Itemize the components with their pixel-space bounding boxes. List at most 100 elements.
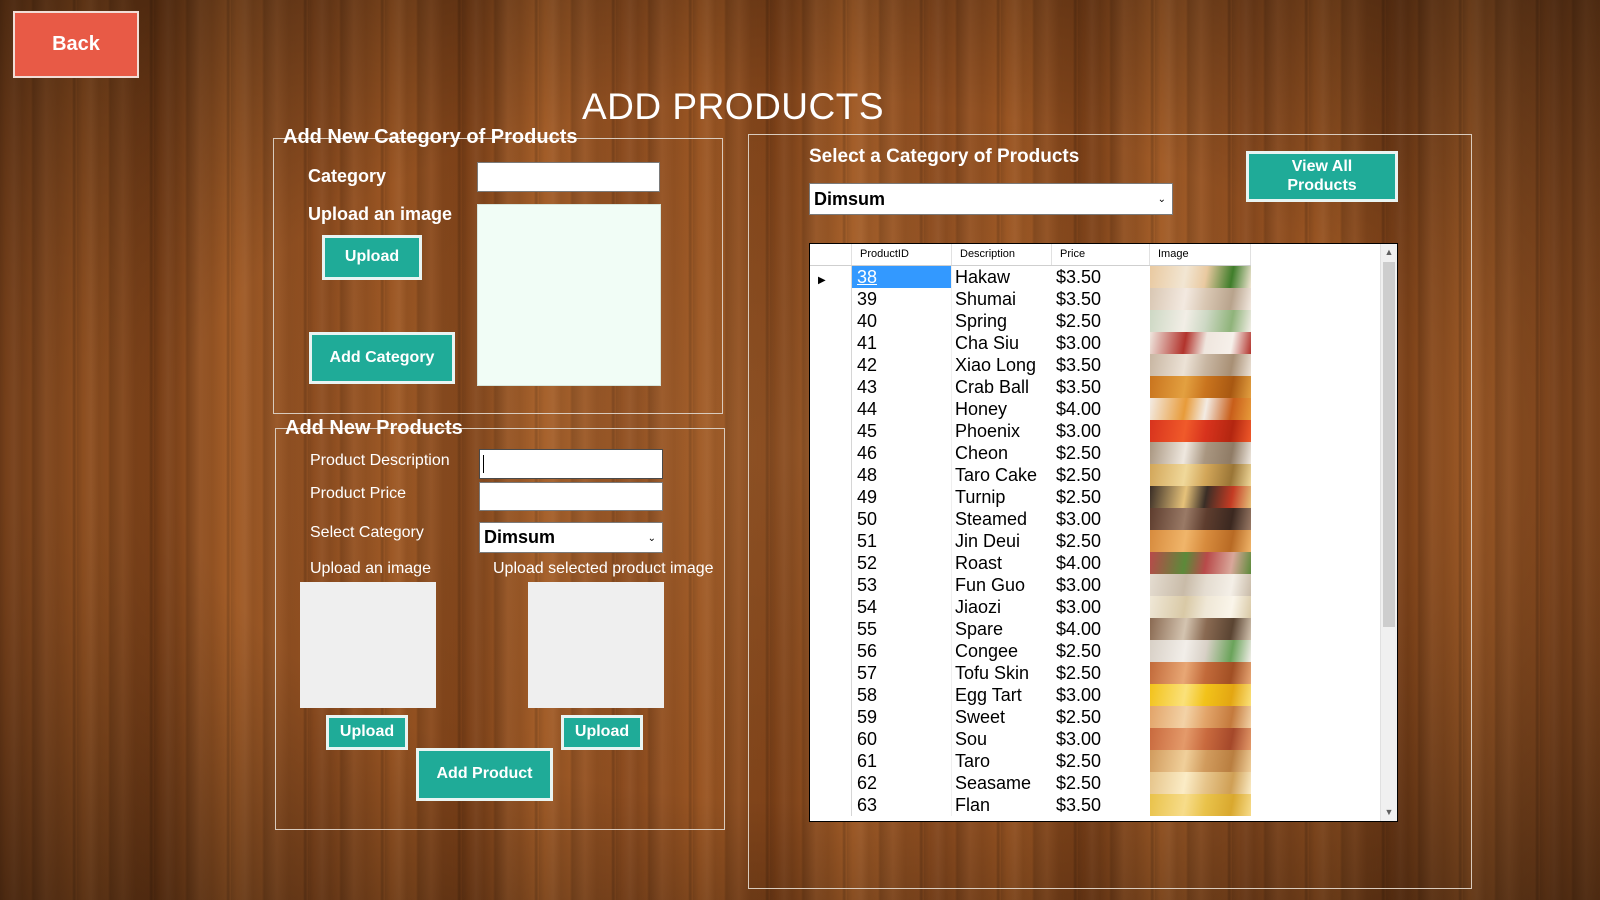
row-header[interactable] <box>810 464 852 486</box>
image-cell[interactable] <box>1150 332 1251 354</box>
column-header-image[interactable]: Image <box>1150 244 1251 265</box>
table-row[interactable]: 50 Steamed $3.00 <box>810 508 1251 530</box>
row-header[interactable] <box>810 288 852 310</box>
price-cell[interactable]: $3.00 <box>1052 596 1150 618</box>
description-cell[interactable]: Jiaozi <box>952 596 1052 618</box>
table-row[interactable]: 54 Jiaozi $3.00 <box>810 596 1251 618</box>
row-header[interactable] <box>810 354 852 376</box>
row-header[interactable] <box>810 310 852 332</box>
row-header[interactable] <box>810 640 852 662</box>
row-header[interactable] <box>810 596 852 618</box>
product-id-cell[interactable]: 46 <box>852 442 952 464</box>
price-cell[interactable]: $3.50 <box>1052 376 1150 398</box>
description-cell[interactable]: Tofu Skin <box>952 662 1052 684</box>
image-cell[interactable] <box>1150 398 1251 420</box>
grid-vertical-scrollbar[interactable]: ▲ ▼ <box>1380 244 1397 821</box>
table-row[interactable]: 62 Seasame $2.50 <box>810 772 1251 794</box>
table-row[interactable]: 59 Sweet $2.50 <box>810 706 1251 728</box>
product-id-cell[interactable]: 60 <box>852 728 952 750</box>
description-cell[interactable]: Hakaw <box>952 266 1052 288</box>
category-input[interactable] <box>477 162 660 192</box>
image-cell[interactable] <box>1150 288 1251 310</box>
column-header-description[interactable]: Description <box>952 244 1052 265</box>
image-cell[interactable] <box>1150 530 1251 552</box>
description-cell[interactable]: Congee <box>952 640 1052 662</box>
description-cell[interactable]: Sweet <box>952 706 1052 728</box>
row-header[interactable] <box>810 750 852 772</box>
product-id-cell[interactable]: 61 <box>852 750 952 772</box>
price-cell[interactable]: $2.50 <box>1052 442 1150 464</box>
price-cell[interactable]: $3.00 <box>1052 728 1150 750</box>
price-cell[interactable]: $3.50 <box>1052 354 1150 376</box>
description-cell[interactable]: Taro <box>952 750 1052 772</box>
row-header[interactable] <box>810 530 852 552</box>
row-header[interactable] <box>810 684 852 706</box>
product-id-cell[interactable]: 62 <box>852 772 952 794</box>
product-id-cell[interactable]: 53 <box>852 574 952 596</box>
image-cell[interactable] <box>1150 310 1251 332</box>
product-id-cell[interactable]: 50 <box>852 508 952 530</box>
table-row[interactable]: 42 Xiao Long $3.50 <box>810 354 1251 376</box>
product-id-cell[interactable]: 55 <box>852 618 952 640</box>
table-row[interactable]: 55 Spare $4.00 <box>810 618 1251 640</box>
image-cell[interactable] <box>1150 376 1251 398</box>
image-cell[interactable] <box>1150 596 1251 618</box>
add-product-button[interactable]: Add Product <box>416 748 553 801</box>
product-category-select[interactable]: Dimsum ⌄ <box>479 522 663 553</box>
description-cell[interactable]: Spare <box>952 618 1052 640</box>
column-header-productid[interactable]: ProductID <box>852 244 952 265</box>
price-cell[interactable]: $2.50 <box>1052 772 1150 794</box>
table-row[interactable]: ▶ 38 Hakaw $3.50 <box>810 266 1251 288</box>
product-id-cell[interactable]: 49 <box>852 486 952 508</box>
price-cell[interactable]: $2.50 <box>1052 640 1150 662</box>
image-cell[interactable] <box>1150 794 1251 816</box>
description-cell[interactable]: Taro Cake <box>952 464 1052 486</box>
table-row[interactable]: 63 Flan $3.50 <box>810 794 1251 816</box>
product-id-cell[interactable]: 40 <box>852 310 952 332</box>
add-category-button[interactable]: Add Category <box>309 332 455 384</box>
image-cell[interactable] <box>1150 442 1251 464</box>
table-row[interactable]: 39 Shumai $3.50 <box>810 288 1251 310</box>
row-header[interactable] <box>810 486 852 508</box>
product-id-cell[interactable]: 58 <box>852 684 952 706</box>
row-header[interactable] <box>810 376 852 398</box>
scroll-up-icon[interactable]: ▲ <box>1381 244 1397 261</box>
row-header[interactable] <box>810 706 852 728</box>
table-row[interactable]: 60 Sou $3.00 <box>810 728 1251 750</box>
row-header[interactable] <box>810 508 852 530</box>
image-cell[interactable] <box>1150 354 1251 376</box>
table-row[interactable]: 46 Cheon $2.50 <box>810 442 1251 464</box>
price-cell[interactable]: $2.50 <box>1052 706 1150 728</box>
scroll-down-icon[interactable]: ▼ <box>1381 804 1397 821</box>
description-cell[interactable]: Cha Siu <box>952 332 1052 354</box>
description-cell[interactable]: Roast <box>952 552 1052 574</box>
table-row[interactable]: 40 Spring $2.50 <box>810 310 1251 332</box>
image-cell[interactable] <box>1150 662 1251 684</box>
product-id-cell[interactable]: 44 <box>852 398 952 420</box>
product-id-cell[interactable]: 43 <box>852 376 952 398</box>
product-id-cell[interactable]: 39 <box>852 288 952 310</box>
view-all-products-button[interactable]: View All Products <box>1246 151 1398 202</box>
table-row[interactable]: 61 Taro $2.50 <box>810 750 1251 772</box>
browse-category-select[interactable]: Dimsum ⌄ <box>809 183 1173 215</box>
price-cell[interactable]: $3.50 <box>1052 288 1150 310</box>
price-cell[interactable]: $3.00 <box>1052 420 1150 442</box>
description-cell[interactable]: Egg Tart <box>952 684 1052 706</box>
product-id-cell[interactable]: 48 <box>852 464 952 486</box>
product-id-cell[interactable]: 45 <box>852 420 952 442</box>
column-header-price[interactable]: Price <box>1052 244 1150 265</box>
row-header[interactable] <box>810 574 852 596</box>
description-cell[interactable]: Seasame <box>952 772 1052 794</box>
image-cell[interactable] <box>1150 706 1251 728</box>
image-cell[interactable] <box>1150 486 1251 508</box>
price-cell[interactable]: $2.50 <box>1052 310 1150 332</box>
row-header[interactable] <box>810 794 852 816</box>
row-header[interactable] <box>810 420 852 442</box>
row-header[interactable] <box>810 618 852 640</box>
product-id-cell[interactable]: 59 <box>852 706 952 728</box>
price-cell[interactable]: $4.00 <box>1052 552 1150 574</box>
description-cell[interactable]: Phoenix <box>952 420 1052 442</box>
description-cell[interactable]: Xiao Long <box>952 354 1052 376</box>
image-cell[interactable] <box>1150 266 1251 288</box>
price-cell[interactable]: $2.50 <box>1052 530 1150 552</box>
